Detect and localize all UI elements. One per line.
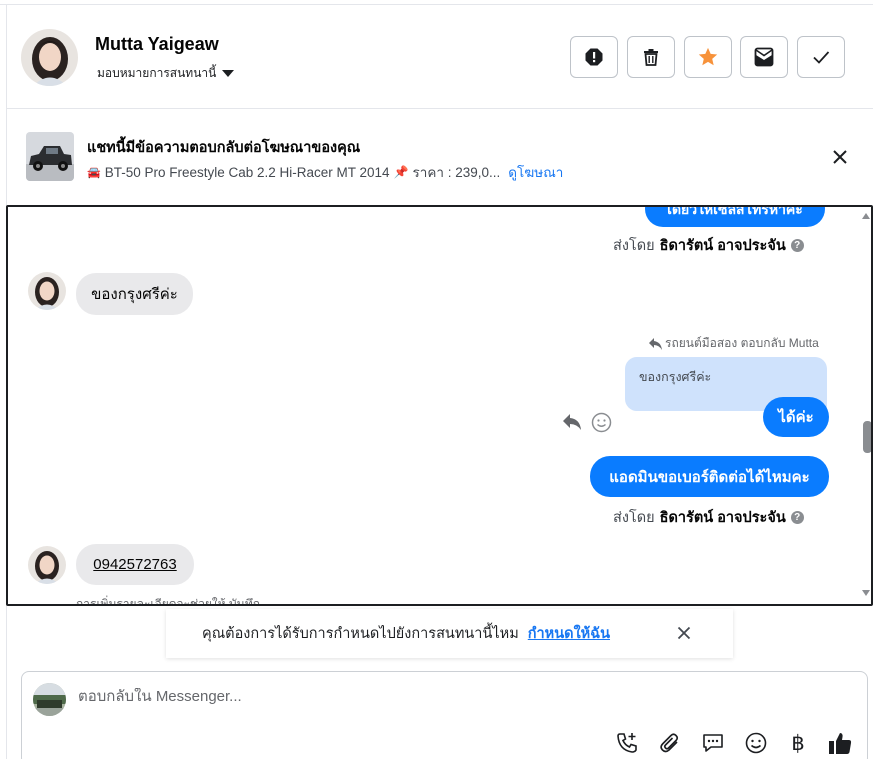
assign-prompt-text: คุณต้องการได้รับการกำหนดไปยังการสนทนานี้… [202, 626, 519, 642]
star-button[interactable] [684, 36, 732, 78]
ad-details: 🚘 BT-50 Pro Freestyle Cab 2.2 Hi-Racer M… [87, 161, 563, 183]
view-ad-link[interactable]: ดูโฆษณา [508, 161, 563, 183]
outgoing-message: เดี๋ยวให้เซลส์โทรหาค่ะ [645, 207, 825, 227]
call-add-button[interactable] [614, 730, 640, 756]
saved-reply-button[interactable] [700, 730, 726, 756]
assign-prompt-banner: คุณต้องการได้รับการกำหนดไปยังการสนทนานี้… [166, 609, 733, 658]
contact-name: Mutta Yaigeaw [95, 34, 219, 54]
spam-icon [585, 48, 603, 66]
contact-avatar-small [28, 272, 66, 310]
sent-by-label: ส่งโดย ธิดารัตน์ อาจประจัน ? [613, 506, 804, 529]
emoji-button[interactable] [743, 730, 769, 756]
pin-icon: 📌 [393, 165, 409, 179]
check-icon [813, 51, 830, 64]
help-icon[interactable]: ? [790, 239, 804, 252]
sent-by-name: ธิดารัตน์ อาจประจัน [659, 510, 786, 526]
reply-input[interactable] [78, 688, 598, 705]
help-icon[interactable]: ? [790, 511, 804, 524]
conversation-header: Mutta Yaigeaw มอบหมายการสนทนานี้ [7, 6, 873, 109]
close-assign-prompt-button[interactable] [674, 623, 694, 643]
like-icon [829, 733, 852, 754]
incoming-phone-message: 0942572763 [76, 544, 194, 585]
close-ad-banner-button[interactable] [829, 146, 851, 168]
currency-icon: ฿ [791, 731, 805, 755]
saved-reply-icon [703, 734, 723, 752]
sent-by-name: ธิดารัตน์ อาจประจัน [659, 238, 786, 254]
call-add-icon [617, 733, 637, 753]
message-composer: ฿ [21, 671, 868, 759]
reply-arrow-icon [649, 337, 662, 350]
chat-scrollbar[interactable] [861, 207, 871, 604]
like-button[interactable] [827, 730, 853, 756]
ad-reply-banner: แชทนี้มีข้อความตอบกลับต่อโฆษณาของคุณ 🚘 B… [7, 110, 873, 204]
mark-done-button[interactable] [797, 36, 845, 78]
assign-label: มอบหมายการสนทนานี้ [97, 66, 217, 80]
scroll-up-icon[interactable] [862, 211, 870, 219]
reply-context-label: รถยนต์มือสอง ตอบกลับ Mutta [648, 334, 819, 353]
reply-icon[interactable] [561, 412, 583, 432]
outgoing-message: แอดมินขอเบอร์ติดต่อได้ไหมคะ [590, 456, 829, 497]
trash-icon [644, 49, 658, 66]
react-emoji-icon[interactable] [591, 412, 612, 433]
attachment-icon [660, 733, 679, 753]
assign-to-me-link[interactable]: กำหนดให้ฉัน [528, 622, 610, 645]
contact-avatar[interactable] [21, 29, 78, 86]
caret-down-icon [222, 70, 235, 77]
close-icon [677, 626, 691, 640]
emoji-icon [745, 732, 767, 754]
car-icon: 🚘 [87, 166, 101, 179]
sent-by-label: ส่งโดย ธิดารัตน์ อาจประจัน ? [613, 234, 804, 257]
truncated-note: การเพิ่มรายละเอียดจะช่วยให้ บันทึก [76, 597, 261, 606]
message-thread[interactable]: เดี๋ยวให้เซลส์โทรหาค่ะ ส่งโดย ธิดารัตน์ … [6, 205, 873, 606]
ad-banner-title: แชทนี้มีข้อความตอบกลับต่อโฆษณาของคุณ [87, 140, 361, 156]
inbox-icon [754, 47, 774, 67]
ad-thumbnail[interactable] [26, 132, 74, 181]
attach-button[interactable] [657, 730, 683, 756]
sent-by-prefix: ส่งโดย [613, 510, 655, 526]
delete-button[interactable] [627, 36, 675, 78]
star-icon [698, 47, 718, 66]
reply-context-text: รถยนต์มือสอง ตอบกลับ Mutta [665, 336, 819, 350]
mark-spam-button[interactable] [570, 36, 618, 78]
close-icon [833, 150, 847, 164]
outgoing-reply-message: ได้ค่ะ [763, 397, 829, 437]
page-avatar [33, 683, 66, 716]
move-to-inbox-button[interactable] [740, 36, 788, 78]
payment-button[interactable]: ฿ [785, 730, 811, 756]
assign-conversation-dropdown[interactable]: มอบหมายการสนทนานี้ [97, 64, 235, 83]
scrollbar-thumb[interactable] [863, 421, 871, 453]
scroll-down-icon[interactable] [862, 590, 870, 598]
ad-car-text: BT-50 Pro Freestyle Cab 2.2 Hi-Racer MT … [104, 164, 390, 180]
sent-by-prefix: ส่งโดย [613, 238, 655, 254]
top-border [0, 0, 873, 5]
contact-avatar-small [28, 546, 66, 584]
phone-number-link[interactable]: 0942572763 [93, 556, 176, 573]
ad-price: ราคา : 239,0... [412, 165, 501, 180]
incoming-message: ของกรุงศรีค่ะ [76, 273, 193, 315]
